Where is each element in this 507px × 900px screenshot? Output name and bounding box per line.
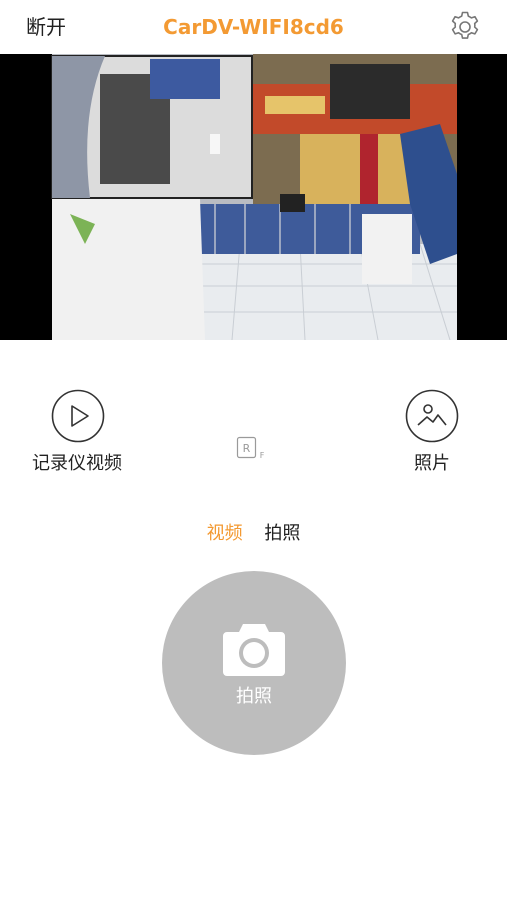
live-video-preview[interactable]: [0, 54, 507, 340]
mode-tabs: 视频 拍照: [0, 521, 507, 547]
photos-button[interactable]: [405, 389, 459, 443]
recorder-video-label: 记录仪视频: [32, 453, 122, 474]
gear-icon: [451, 11, 479, 39]
capture-button[interactable]: 拍照: [162, 571, 346, 755]
camera-icon: [221, 620, 287, 678]
svg-text:R: R: [243, 442, 251, 455]
recorder-video-button[interactable]: [51, 389, 105, 443]
page-title: CarDV-WIFI8cd6: [163, 15, 344, 39]
tab-video[interactable]: 视频: [207, 521, 243, 547]
rf-icon: R F: [236, 436, 274, 462]
capture-label: 拍照: [236, 686, 272, 707]
app-screen: 断开 CarDV-WIFI8cd6 记录仪视频 R F 照片 视频 拍照 拍照: [0, 0, 507, 900]
settings-button[interactable]: [447, 9, 483, 45]
tab-photo[interactable]: 拍照: [264, 521, 300, 547]
image-icon: [405, 389, 459, 443]
photos-label: 照片: [414, 453, 450, 474]
top-bar: 断开 CarDV-WIFI8cd6: [0, 0, 507, 54]
play-icon: [51, 389, 105, 443]
camera-feed-image: [0, 54, 507, 340]
svg-text:F: F: [260, 451, 265, 460]
